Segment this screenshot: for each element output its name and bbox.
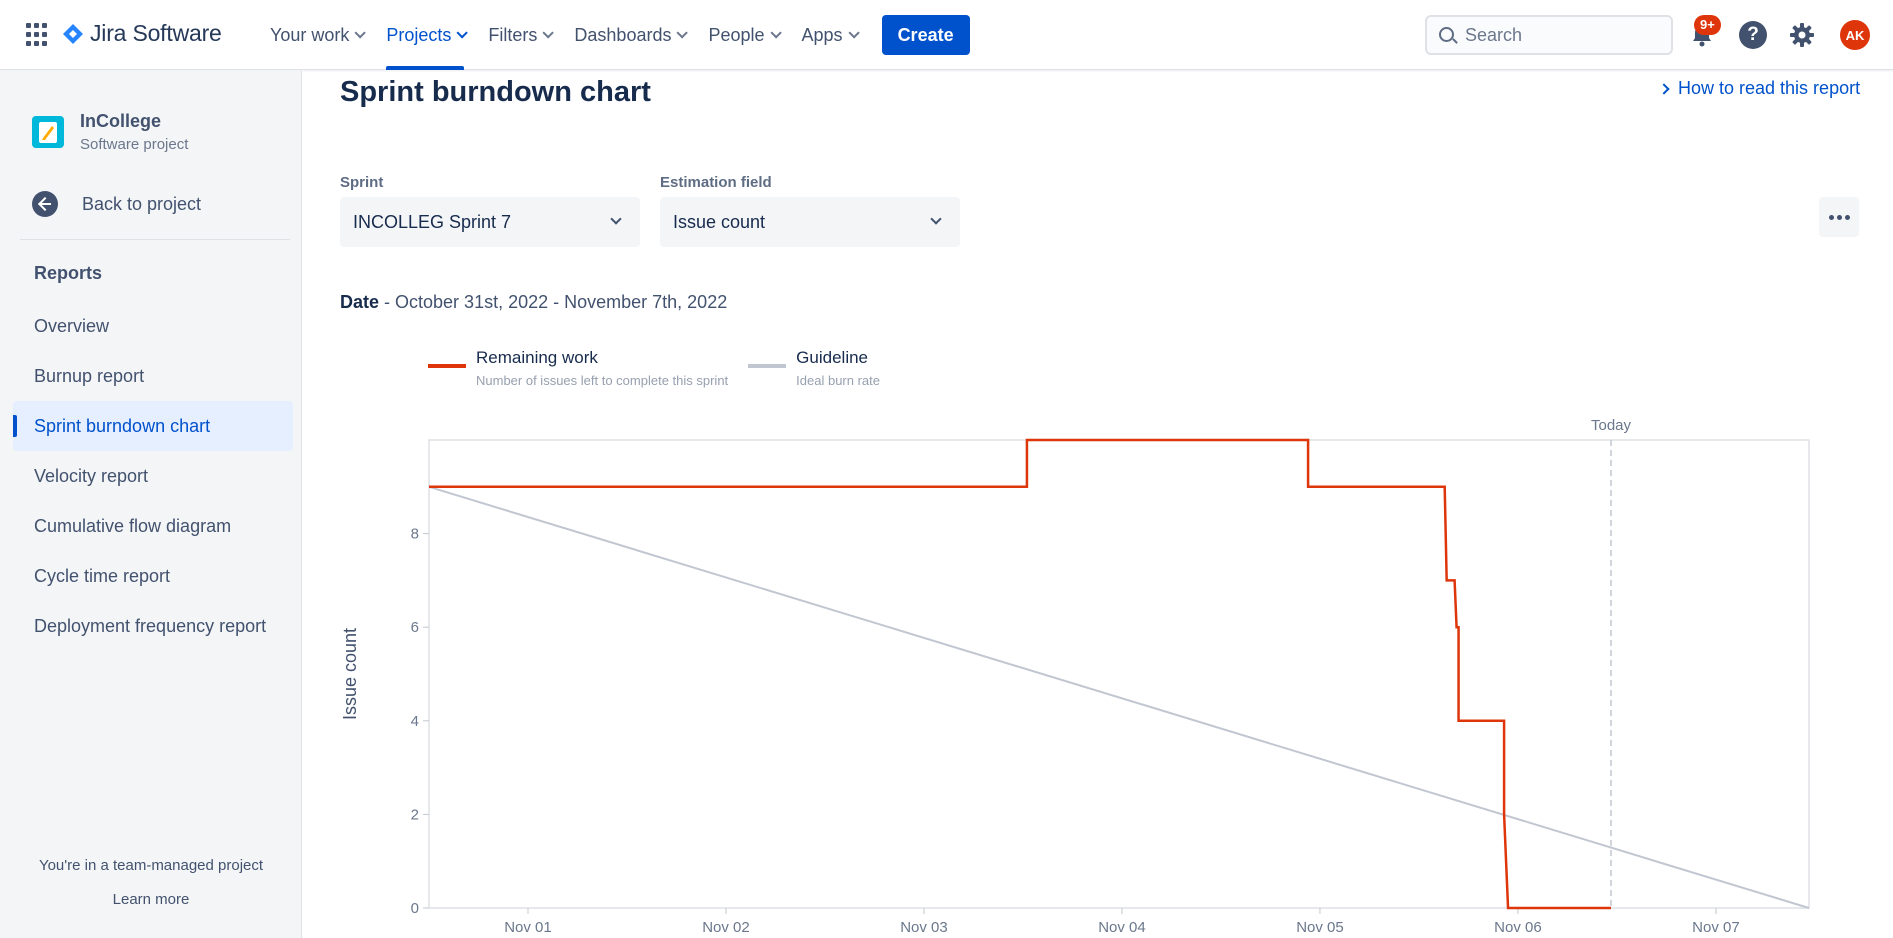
search-box[interactable]: [1425, 15, 1673, 55]
team-managed-note: You're in a team-managed project: [38, 857, 264, 874]
back-label: Back to project: [82, 193, 202, 214]
sidebar-item-cycle-time-report[interactable]: Cycle time report: [13, 551, 293, 601]
y-tick-label: 0: [411, 900, 419, 917]
nav-label: Dashboards: [574, 24, 672, 45]
more-dot-icon: [1828, 214, 1834, 220]
sprint-select-value: INCOLLEG Sprint 7: [353, 211, 512, 232]
product-name: Jira Software: [90, 20, 222, 46]
chevron-down-icon: [542, 27, 555, 39]
y-axis-label: Issue count: [340, 628, 360, 720]
reports-list: Overview Burnup report Sprint burndown c…: [13, 301, 293, 651]
nav-people[interactable]: People: [696, 0, 789, 70]
avatar[interactable]: AK: [1840, 20, 1870, 50]
legend-name: Remaining work: [476, 348, 598, 367]
x-tick-label: Nov 01: [504, 919, 552, 936]
chart-legend: Remaining work Number of issues left to …: [428, 348, 880, 388]
primary-nav: Your work Projects Filters Dashboards Pe…: [258, 0, 970, 70]
burndown-chart: 0 2 4 6 8 Nov 01 Nov 02 Nov 03 Nov 04 Nov 05 Nov 0…: [340, 417, 1810, 936]
x-tick-label: Nov 04: [1098, 919, 1146, 936]
chevron-down-icon: [354, 27, 367, 39]
sidebar-item-velocity-report[interactable]: Velocity report: [13, 451, 293, 501]
sidebar-item-cumulative-flow-diagram[interactable]: Cumulative flow diagram: [13, 501, 293, 551]
chevron-down-icon: [769, 27, 782, 39]
estimation-select-value: Issue count: [673, 211, 766, 232]
project-icon: [32, 116, 64, 148]
today-label: Today: [1591, 417, 1632, 434]
nav-label: Filters: [488, 24, 538, 45]
y-tick-label: 8: [411, 526, 419, 543]
y-tick-label: 4: [411, 713, 419, 730]
x-tick-label: Nov 06: [1494, 919, 1542, 936]
back-to-project-link[interactable]: Back to project: [32, 191, 201, 217]
top-navigation: Jira Software Your work Projects Filters…: [0, 0, 1893, 70]
legend-sub: Number of issues left to complete this s…: [476, 373, 729, 388]
nav-your-work[interactable]: Your work: [258, 0, 374, 70]
x-tick-label: Nov 05: [1296, 919, 1344, 936]
jira-logo-icon: [63, 23, 83, 44]
x-tick-label: Nov 03: [900, 919, 948, 936]
nav-filters[interactable]: Filters: [476, 0, 562, 70]
y-tick-label: 6: [411, 619, 419, 636]
date-range: Date - October 31st, 2022 - November 7th…: [340, 292, 727, 313]
learn-more-link[interactable]: Learn more: [0, 891, 302, 908]
legend-name: Guideline: [796, 348, 868, 367]
nav-label: Apps: [801, 24, 843, 45]
how-to-read-label: How to read this report: [1678, 78, 1861, 98]
sidebar-divider: [20, 239, 290, 240]
estimation-field-label: Estimation field: [660, 174, 772, 191]
how-to-read-link[interactable]: How to read this report: [1658, 78, 1861, 99]
more-dot-icon: [1836, 214, 1842, 220]
project-name: InCollege: [80, 111, 162, 131]
sidebar-item-overview[interactable]: Overview: [13, 301, 293, 351]
y-tick-label: 2: [411, 806, 419, 823]
nav-dashboards[interactable]: Dashboards: [562, 0, 696, 70]
date-value: - October 31st, 2022 - November 7th, 202…: [384, 292, 728, 312]
estimation-field-select[interactable]: Issue count: [660, 197, 960, 247]
chevron-down-icon: [848, 27, 860, 39]
sprint-label: Sprint: [340, 174, 384, 191]
legend-sub: Ideal burn rate: [796, 373, 881, 388]
search-input[interactable]: [1465, 24, 1655, 46]
chevron-down-icon: [676, 27, 689, 39]
project-type: Software project: [80, 136, 189, 153]
jira-logo[interactable]: Jira Software: [62, 20, 222, 47]
create-button[interactable]: Create: [881, 15, 970, 55]
sidebar: InCollege Software project Back to proje…: [0, 71, 302, 938]
page-title: Sprint burndown chart: [340, 76, 651, 108]
more-actions-button[interactable]: [1819, 197, 1859, 237]
chevron-down-icon: [456, 27, 469, 39]
legend-swatch-remaining: [428, 364, 466, 368]
remaining-work-series-line: [429, 438, 1612, 910]
x-tick-label: Nov 07: [1692, 919, 1740, 936]
more-dot-icon: [1844, 214, 1850, 220]
sidebar-item-burnup-report[interactable]: Burnup report: [13, 351, 293, 401]
nav-label: People: [708, 24, 765, 45]
notification-badge: 9+: [1694, 15, 1721, 35]
search-icon: [1439, 27, 1454, 42]
legend-guideline: Guideline Ideal burn rate: [748, 348, 880, 388]
date-label: Date: [340, 292, 380, 312]
reports-heading: Reports: [34, 263, 103, 283]
chevron-down-icon: [930, 213, 942, 225]
app-switcher-icon[interactable]: [26, 23, 50, 47]
legend-remaining-work: Remaining work Number of issues left to …: [428, 348, 728, 388]
nav-apps[interactable]: Apps: [790, 0, 868, 70]
plot-area-frame: [428, 439, 1810, 909]
chevron-right-icon: [1658, 82, 1670, 95]
x-tick-label: Nov 02: [702, 919, 750, 936]
help-icon[interactable]: ?: [1739, 21, 1767, 49]
sprint-select[interactable]: INCOLLEG Sprint 7: [340, 197, 640, 247]
nav-label: Your work: [270, 24, 350, 45]
sidebar-item-deployment-frequency-report[interactable]: Deployment frequency report: [13, 601, 293, 651]
nav-projects[interactable]: Projects: [374, 0, 476, 70]
project-header[interactable]: InCollege Software project: [32, 111, 188, 153]
arrow-left-circle-icon: [32, 191, 58, 217]
chevron-down-icon: [610, 213, 622, 225]
legend-swatch-guideline: [748, 364, 787, 368]
nav-label: Projects: [386, 24, 452, 45]
settings-icon[interactable]: [1788, 21, 1816, 49]
sidebar-item-sprint-burndown-chart[interactable]: Sprint burndown chart: [13, 401, 293, 451]
guideline-series-line: [428, 485, 1810, 909]
